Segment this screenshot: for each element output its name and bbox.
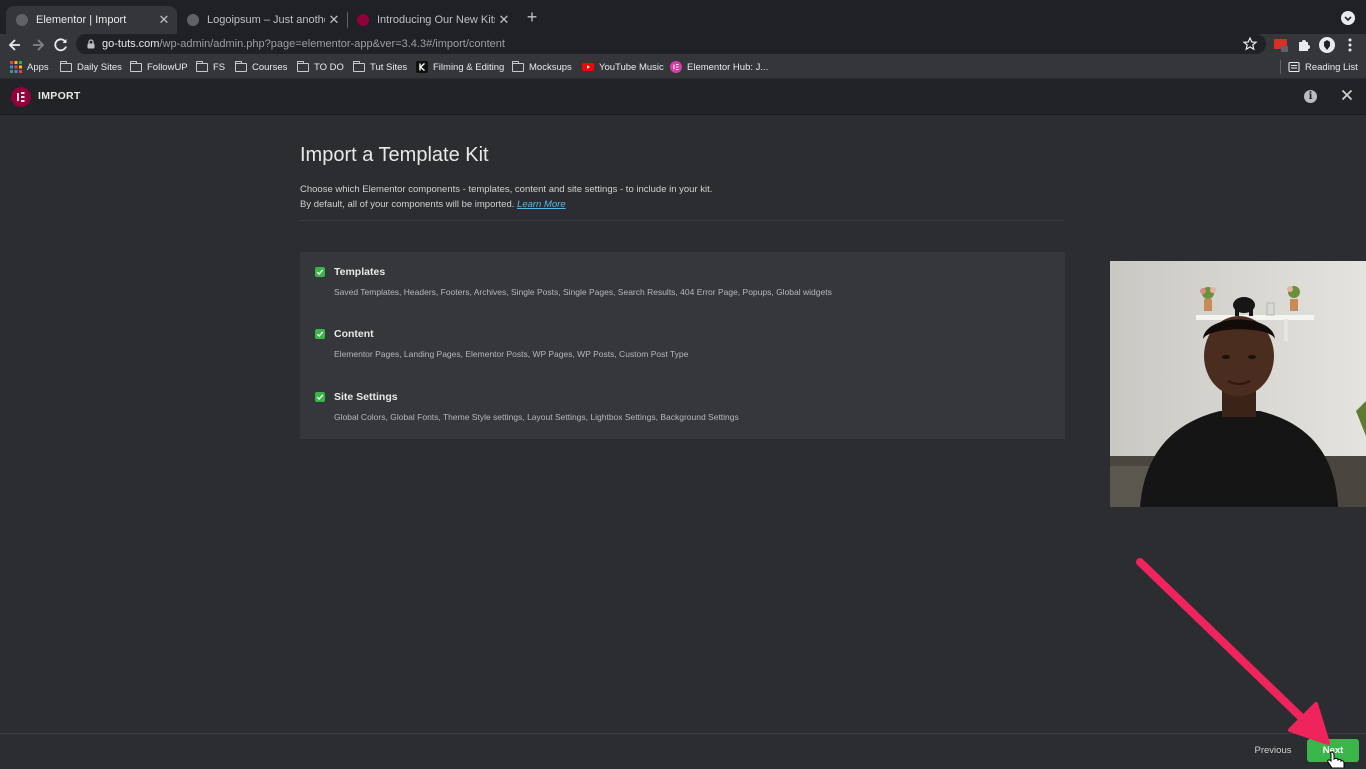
tab-title: Logoipsum – Just another Wor (207, 14, 325, 26)
kit-item-description: Elementor Pages, Landing Pages, Elemento… (334, 349, 689, 359)
bookmarks-bar: Apps Daily Sites FollowUP FS Courses TO … (0, 56, 1366, 79)
check-icon (316, 394, 324, 400)
close-tab-icon[interactable]: ✕ (155, 12, 173, 28)
extension-badge-icon[interactable] (1272, 36, 1290, 54)
site-settings-checkbox[interactable] (315, 392, 325, 402)
bookmark-courses[interactable]: Courses (235, 59, 287, 75)
page-title: Import a Template Kit (300, 144, 489, 166)
folder-icon (512, 61, 524, 73)
apps-grid-icon (10, 61, 22, 73)
description-line-2: By default, all of your components will … (300, 197, 1000, 212)
elementor-hub-icon (670, 61, 682, 73)
bookmark-followup[interactable]: FollowUP (130, 59, 188, 75)
bookmark-label: TO DO (314, 61, 344, 73)
bookmark-label: Elementor Hub: J... (687, 61, 769, 73)
folder-icon (196, 61, 208, 73)
kit-item-title: Templates (334, 266, 386, 278)
close-tab-icon[interactable]: ✕ (325, 12, 343, 28)
url-host: go-tuts.com (102, 38, 160, 50)
elementor-logo-icon (11, 87, 31, 107)
bookmark-label: Tut Sites (370, 61, 408, 73)
content-checkbox[interactable] (315, 329, 325, 339)
folder-icon (60, 61, 72, 73)
bookmarks-divider (1280, 60, 1281, 74)
page-description: Choose which Elementor components - temp… (300, 182, 1000, 212)
previous-button[interactable]: Previous (1247, 744, 1299, 758)
footer-bar (0, 733, 1366, 769)
bookmark-label: Filming & Editing (433, 61, 505, 73)
bookmark-fs[interactable]: FS (196, 59, 225, 75)
reading-list-icon (1288, 61, 1300, 73)
bookmark-tut-sites[interactable]: Tut Sites (353, 59, 407, 75)
profile-avatar-icon[interactable] (1318, 36, 1336, 54)
extensions-puzzle-icon[interactable] (1295, 36, 1313, 54)
bookmark-label: Mocksups (529, 61, 572, 73)
address-bar[interactable]: go-tuts.com/wp-admin/admin.php?page=elem… (76, 34, 1266, 54)
bookmark-elementor-hub[interactable]: Elementor Hub: J... (670, 59, 768, 75)
kit-item-title: Site Settings (334, 391, 398, 403)
next-button[interactable]: Next (1307, 739, 1359, 762)
youtube-icon (582, 63, 594, 71)
lock-icon (87, 39, 95, 49)
bookmark-label: Daily Sites (77, 61, 122, 73)
close-tab-icon[interactable]: ✕ (495, 12, 513, 28)
bookmark-label: YouTube Music (599, 61, 664, 73)
bookmark-daily-sites[interactable]: Daily Sites (60, 59, 122, 75)
check-icon (316, 269, 324, 275)
reading-list-label: Reading List (1305, 61, 1358, 73)
webcam-overlay (1110, 261, 1366, 507)
url-path: /wp-admin/admin.php?page=elementor-app&v… (159, 38, 505, 50)
browser-tab-kits-library[interactable]: Introducing Our New Kits Libra ✕ (347, 6, 517, 34)
kit-item-description: Saved Templates, Headers, Footers, Archi… (334, 287, 832, 297)
bookmark-filming-editing[interactable]: Filming & Editing (416, 59, 504, 75)
bookmark-label: FollowUP (147, 61, 188, 73)
divider (300, 220, 1065, 221)
tab-title: Elementor | Import (36, 14, 127, 26)
globe-icon (16, 14, 28, 26)
browser-tab-strip: Elementor | Import ✕ Logoipsum – Just an… (0, 0, 1366, 34)
folder-icon (130, 61, 142, 73)
reading-list-button[interactable]: Reading List (1288, 59, 1358, 75)
folder-icon (353, 61, 365, 73)
browser-toolbar: go-tuts.com/wp-admin/admin.php?page=elem… (0, 34, 1366, 56)
app-title: IMPORT (38, 90, 81, 102)
bookmark-todo[interactable]: TO DO (297, 59, 344, 75)
learn-more-link[interactable]: Learn More (517, 199, 566, 210)
tab-search-icon[interactable] (1340, 10, 1356, 26)
app-header: IMPORT i (0, 79, 1366, 115)
tab-title: Introducing Our New Kits Libra (377, 14, 495, 26)
folder-icon (297, 61, 309, 73)
reload-icon[interactable] (51, 35, 71, 55)
templates-checkbox[interactable] (315, 267, 325, 277)
globe-icon (187, 14, 199, 26)
browser-tab-elementor-import[interactable]: Elementor | Import ✕ (6, 6, 177, 34)
bookmark-apps[interactable]: Apps (10, 59, 49, 75)
presenter-video-image (1110, 261, 1366, 507)
bookmark-label: FS (213, 61, 226, 73)
description-line-1: Choose which Elementor components - temp… (300, 184, 713, 195)
browser-tab-logoipsum[interactable]: Logoipsum – Just another Wor ✕ (177, 6, 347, 34)
folder-icon (235, 61, 247, 73)
bookmark-label: Courses (252, 61, 288, 73)
more-menu-icon[interactable] (1341, 36, 1359, 54)
description-text: By default, all of your components will … (300, 199, 515, 210)
new-tab-button[interactable]: + (524, 7, 540, 27)
check-icon (316, 331, 324, 337)
bookmark-star-icon[interactable] (1242, 36, 1258, 52)
bookmark-label: Apps (27, 61, 49, 73)
kit-content-panel: Templates Saved Templates, Headers, Foot… (300, 252, 1065, 439)
kit-item-title: Content (334, 328, 374, 340)
annotation-arrow-line (1136, 558, 1310, 726)
kit-item-description: Global Colors, Global Fonts, Theme Style… (334, 412, 739, 422)
close-icon[interactable] (1339, 87, 1355, 103)
back-arrow-icon[interactable] (5, 35, 25, 55)
elementor-favicon-icon (357, 14, 369, 26)
bookmark-mocksups[interactable]: Mocksups (512, 59, 572, 75)
k-logo-icon (416, 61, 428, 73)
info-icon[interactable]: i (1304, 90, 1317, 103)
bookmark-youtube-music[interactable]: YouTube Music (582, 59, 664, 75)
forward-arrow-icon[interactable] (28, 35, 48, 55)
